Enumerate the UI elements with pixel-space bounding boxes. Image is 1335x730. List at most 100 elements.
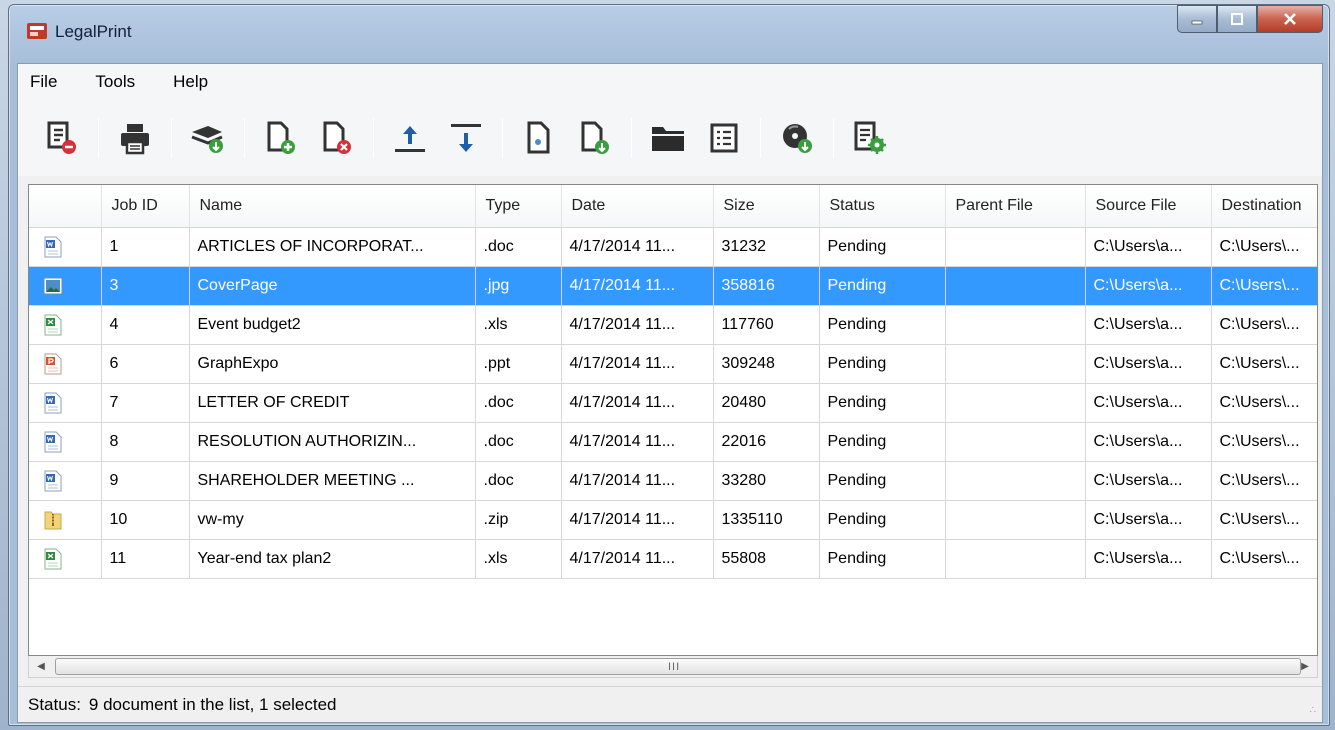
status-cell[interactable]: Pending: [819, 305, 946, 345]
name-cell[interactable]: Year-end tax plan2: [189, 539, 476, 579]
size-cell[interactable]: 20480: [713, 383, 820, 423]
source-file-cell[interactable]: C:\Users\a...: [1085, 500, 1212, 540]
type-cell[interactable]: .jpg: [475, 266, 562, 306]
type-cell[interactable]: .doc: [475, 461, 562, 501]
parent-file-cell[interactable]: [945, 422, 1086, 462]
status-cell[interactable]: Pending: [819, 266, 946, 306]
name-cell[interactable]: ARTICLES OF INCORPORAT...: [189, 227, 476, 267]
scrollbar-thumb[interactable]: III: [55, 658, 1301, 675]
job-id-cell[interactable]: 11: [101, 539, 190, 579]
column-header-size[interactable]: Size: [713, 185, 820, 228]
size-cell[interactable]: 33280: [713, 461, 820, 501]
table-row[interactable]: 4 Event budget2 .xls 4/17/2014 11... 117760 P…: [29, 305, 1317, 345]
file-type-cell[interactable]: [29, 227, 102, 267]
name-cell[interactable]: vw-my: [189, 500, 476, 540]
column-header-job-id[interactable]: Job ID: [101, 185, 190, 228]
parent-file-cell[interactable]: [945, 500, 1086, 540]
file-type-cell[interactable]: [29, 422, 102, 462]
status-cell[interactable]: Pending: [819, 383, 946, 423]
job-id-cell[interactable]: 1: [101, 227, 190, 267]
status-cell[interactable]: Pending: [819, 461, 946, 501]
destination-cell[interactable]: C:\Users\...: [1211, 461, 1317, 501]
date-cell[interactable]: 4/17/2014 11...: [561, 227, 714, 267]
destination-cell[interactable]: C:\Users\...: [1211, 500, 1317, 540]
size-cell[interactable]: 309248: [713, 344, 820, 384]
print-all-button[interactable]: [186, 116, 230, 160]
column-header-name[interactable]: Name: [189, 185, 476, 228]
settings-button[interactable]: [848, 116, 892, 160]
name-cell[interactable]: SHAREHOLDER MEETING ...: [189, 461, 476, 501]
open-folder-button[interactable]: [646, 116, 690, 160]
date-cell[interactable]: 4/17/2014 11...: [561, 500, 714, 540]
status-cell[interactable]: Pending: [819, 422, 946, 462]
size-cell[interactable]: 117760: [713, 305, 820, 345]
date-cell[interactable]: 4/17/2014 11...: [561, 266, 714, 306]
scroll-right-icon[interactable]: ▶: [1297, 659, 1313, 675]
name-cell[interactable]: CoverPage: [189, 266, 476, 306]
destination-cell[interactable]: C:\Users\...: [1211, 422, 1317, 462]
source-file-cell[interactable]: C:\Users\a...: [1085, 227, 1212, 267]
job-id-cell[interactable]: 8: [101, 422, 190, 462]
name-cell[interactable]: RESOLUTION AUTHORIZIN...: [189, 422, 476, 462]
size-cell[interactable]: 22016: [713, 422, 820, 462]
file-type-cell[interactable]: [29, 305, 102, 345]
table-row[interactable]: 11 Year-end tax plan2 .xls 4/17/2014 11... 5…: [29, 539, 1317, 579]
type-cell[interactable]: .zip: [475, 500, 562, 540]
resize-grip-icon[interactable]: ∴: [1310, 705, 1316, 716]
date-cell[interactable]: 4/17/2014 11...: [561, 461, 714, 501]
table-row[interactable]: 10 vw-my .zip 4/17/2014 11... 1335110 Pending…: [29, 500, 1317, 540]
move-down-button[interactable]: [444, 116, 488, 160]
source-file-cell[interactable]: C:\Users\a...: [1085, 305, 1212, 345]
menu-file[interactable]: File: [28, 68, 59, 96]
print-button[interactable]: [113, 116, 157, 160]
type-cell[interactable]: .ppt: [475, 344, 562, 384]
status-cell[interactable]: Pending: [819, 227, 946, 267]
scroll-left-icon[interactable]: ◀: [33, 659, 49, 675]
type-cell[interactable]: .xls: [475, 305, 562, 345]
size-cell[interactable]: 55808: [713, 539, 820, 579]
column-header-status[interactable]: Status: [819, 185, 946, 228]
status-cell[interactable]: Pending: [819, 539, 946, 579]
source-file-cell[interactable]: C:\Users\a...: [1085, 461, 1212, 501]
destination-cell[interactable]: C:\Users\...: [1211, 266, 1317, 306]
parent-file-cell[interactable]: [945, 461, 1086, 501]
destination-cell[interactable]: C:\Users\...: [1211, 539, 1317, 579]
date-cell[interactable]: 4/17/2014 11...: [561, 383, 714, 423]
add-document-button[interactable]: [573, 116, 617, 160]
burn-disc-button[interactable]: [775, 116, 819, 160]
date-cell[interactable]: 4/17/2014 11...: [561, 422, 714, 462]
date-cell[interactable]: 4/17/2014 11...: [561, 305, 714, 345]
minimize-button[interactable]: [1177, 5, 1217, 33]
source-file-cell[interactable]: C:\Users\a...: [1085, 266, 1212, 306]
column-header-icon[interactable]: [29, 185, 102, 228]
column-header-destination[interactable]: Destination: [1211, 185, 1317, 228]
table-row[interactable]: 8 RESOLUTION AUTHORIZIN... .doc 4/17/2014 1…: [29, 422, 1317, 462]
status-cell[interactable]: Pending: [819, 344, 946, 384]
parent-file-cell[interactable]: [945, 266, 1086, 306]
type-cell[interactable]: .doc: [475, 383, 562, 423]
job-id-cell[interactable]: 7: [101, 383, 190, 423]
size-cell[interactable]: 1335110: [713, 500, 820, 540]
source-file-cell[interactable]: C:\Users\a...: [1085, 383, 1212, 423]
job-id-cell[interactable]: 4: [101, 305, 190, 345]
source-file-cell[interactable]: C:\Users\a...: [1085, 539, 1212, 579]
file-type-cell[interactable]: [29, 500, 102, 540]
job-id-cell[interactable]: 9: [101, 461, 190, 501]
delete-file-button[interactable]: [315, 116, 359, 160]
menu-help[interactable]: Help: [171, 68, 210, 96]
file-type-cell[interactable]: [29, 344, 102, 384]
size-cell[interactable]: 358816: [713, 266, 820, 306]
type-cell[interactable]: .doc: [475, 227, 562, 267]
destination-cell[interactable]: C:\Users\...: [1211, 305, 1317, 345]
table-row[interactable]: 3 CoverPage .jpg 4/17/2014 11... 358816 Pendi…: [29, 266, 1317, 306]
file-type-cell[interactable]: [29, 539, 102, 579]
column-header-date[interactable]: Date: [561, 185, 714, 228]
source-file-cell[interactable]: C:\Users\a...: [1085, 422, 1212, 462]
job-id-cell[interactable]: 3: [101, 266, 190, 306]
job-id-cell[interactable]: 10: [101, 500, 190, 540]
column-header-type[interactable]: Type: [475, 185, 562, 228]
list-view-button[interactable]: [702, 116, 746, 160]
type-cell[interactable]: .doc: [475, 422, 562, 462]
maximize-button[interactable]: [1217, 5, 1257, 33]
parent-file-cell[interactable]: [945, 227, 1086, 267]
